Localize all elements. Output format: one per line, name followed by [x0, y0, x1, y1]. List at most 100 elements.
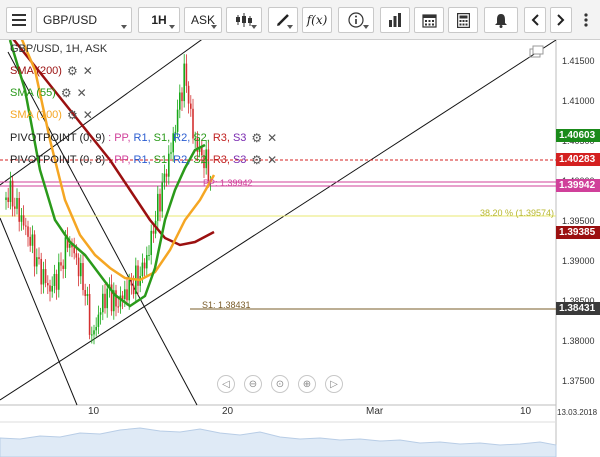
gear-icon[interactable]: ⚙: [251, 132, 262, 144]
price-type-selector[interactable]: ASK: [184, 7, 222, 33]
scroll-right-button[interactable]: [550, 7, 572, 33]
candle-body: [143, 262, 146, 269]
candle-body: [93, 330, 95, 335]
alerts-button[interactable]: [484, 7, 518, 33]
close-icon[interactable]: ✕: [77, 87, 87, 99]
gear-icon[interactable]: ⚙: [61, 87, 72, 99]
gear-icon[interactable]: ⚙: [67, 65, 78, 77]
candle-body: [77, 257, 80, 277]
legend-sma200[interactable]: SMA (200) ⚙ ✕: [10, 64, 93, 78]
time-axis-label: Mar: [366, 406, 384, 417]
candle-body: [157, 193, 159, 221]
candle-body: [106, 288, 108, 309]
candle-body: [179, 92, 181, 110]
candle-body: [42, 269, 45, 285]
sma200-price-tag: 1.39385: [556, 226, 600, 239]
drawing-tool-button[interactable]: [268, 7, 298, 33]
scroll-left-nav-button[interactable]: ◁: [217, 375, 235, 393]
candle-body: [159, 193, 161, 212]
time-axis-label: 20: [222, 406, 234, 417]
chevron-right-icon: ▷: [330, 378, 338, 390]
candle-body: [25, 225, 27, 227]
candle-body: [29, 236, 31, 246]
time-axis-label: 10: [520, 406, 532, 417]
more-button[interactable]: [576, 7, 596, 33]
candle-body: [60, 262, 62, 266]
symbol-label: GBP/USD: [43, 13, 98, 27]
pivot2-s3: S3: [232, 154, 247, 166]
zoom-in-button[interactable]: ⊕: [298, 375, 316, 393]
pivot1-r3: R3,: [212, 132, 230, 144]
price-chart[interactable]: GBP/USD, 1H, ASK SMA (200) ⚙ ✕ SMA (55) …: [0, 40, 600, 457]
symbol-selector[interactable]: GBP/USD: [36, 7, 132, 33]
pivot1-sep: :: [108, 132, 112, 144]
candle-body: [55, 273, 58, 290]
calculator-icon: [456, 12, 470, 28]
candle-body: [183, 63, 185, 102]
legend-sma55[interactable]: SMA (55) ⚙ ✕: [10, 86, 87, 100]
candle-body: [36, 257, 38, 267]
close-icon[interactable]: ✕: [267, 132, 277, 144]
candle-body: [31, 234, 34, 246]
price-axis-label: 1.41500: [562, 56, 595, 66]
scroll-right-nav-button[interactable]: ▷: [325, 375, 343, 393]
navigator-area[interactable]: [0, 427, 557, 457]
chevron-right-icon: [557, 14, 565, 26]
zoom-in-icon: ⊕: [302, 378, 312, 390]
gear-icon[interactable]: ⚙: [67, 109, 78, 121]
pp-level-label: PP: 1.39942: [203, 178, 253, 188]
dropdown-caret-icon: [363, 25, 369, 29]
candle-body: [49, 285, 51, 292]
legend-sma100[interactable]: SMA (100) ⚙ ✕: [10, 108, 93, 122]
timeframe-selector[interactable]: 1H: [138, 7, 180, 33]
chart-canvas[interactable]: [0, 40, 600, 457]
candle-body: [62, 265, 64, 269]
close-icon[interactable]: ✕: [83, 65, 93, 77]
close-icon[interactable]: ✕: [267, 154, 277, 166]
candle-body: [99, 312, 102, 315]
candle-body: [64, 237, 67, 269]
zoom-out-button[interactable]: ⊖: [244, 375, 262, 393]
calculator-button[interactable]: [448, 7, 478, 33]
chart-title: GBP/USD, 1H, ASK: [10, 43, 108, 55]
candle-body: [124, 289, 126, 300]
indicators-button[interactable]: f(x): [302, 7, 332, 33]
candle-body: [130, 280, 133, 286]
pivot1-label: PIVOTPOINT (0, 9): [10, 132, 106, 144]
pivot2-sep: :: [108, 154, 112, 166]
candle-body: [115, 290, 117, 307]
gear-icon[interactable]: ⚙: [251, 154, 262, 166]
menu-button[interactable]: [6, 7, 32, 33]
candle-body: [148, 254, 150, 256]
candle-body: [16, 197, 18, 209]
current-date-label: 13.03.2018: [557, 408, 598, 417]
candle-body: [84, 290, 86, 297]
dropdown-caret-icon: [121, 25, 127, 29]
candle-body: [27, 226, 29, 237]
legend-pivot-1[interactable]: PIVOTPOINT (0, 9) : PP, R1, S1, R2, S2, …: [10, 131, 277, 145]
candle-body: [75, 253, 78, 258]
time-axis-label: 10: [88, 406, 100, 417]
price-axis-label: 1.39500: [562, 216, 595, 226]
info-button[interactable]: [338, 7, 374, 33]
pivot2-r1: R1,: [133, 154, 151, 166]
chevron-left-icon: [531, 14, 539, 26]
legend-pivot-2[interactable]: PIVOTPOINT (0, 8) : PP, R1, S1, R2, S2, …: [10, 153, 277, 167]
candle-body: [176, 109, 179, 132]
sma200-label: SMA (200): [10, 65, 62, 77]
volume-button[interactable]: [380, 7, 410, 33]
pivot1-pp: PP,: [114, 132, 131, 144]
candle-body: [104, 293, 106, 309]
candle-body: [91, 334, 93, 336]
reset-view-button[interactable]: ⊙: [271, 375, 289, 393]
pivot1-r2: R2,: [173, 132, 191, 144]
dropdown-caret-icon: [287, 25, 293, 29]
close-icon[interactable]: ✕: [83, 109, 93, 121]
price-axis-label: 1.39000: [562, 256, 595, 266]
candle-body: [5, 197, 7, 200]
scroll-left-button[interactable]: [524, 7, 546, 33]
chart-type-button[interactable]: [226, 7, 262, 33]
candle-body: [102, 293, 104, 313]
pivot2-r2: R2,: [173, 154, 191, 166]
calendar-button[interactable]: [414, 7, 444, 33]
